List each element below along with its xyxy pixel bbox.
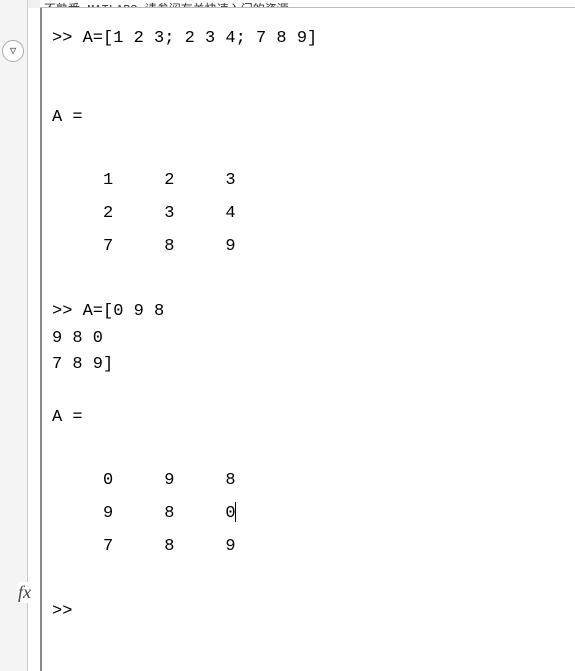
- blank-line: [52, 573, 575, 599]
- fx-icon[interactable]: fx: [18, 582, 31, 603]
- getting-started-banner[interactable]: 不熟悉 MATLAB? 请参阅有关快速入门的资源。: [40, 0, 575, 8]
- matrix-output-1: 1 2 3 2 3 4 7 8 9: [52, 164, 575, 263]
- table-row: 7 8 9: [52, 530, 575, 563]
- output-header-2: A =: [52, 405, 575, 431]
- function-gutter: [28, 8, 40, 671]
- matrix-output-2: 0 9 8 9 8 0 7 8 9: [52, 464, 575, 563]
- collapse-panel-button[interactable]: ▽: [2, 40, 24, 62]
- chevron-down-icon: ▽: [10, 44, 17, 58]
- output-header-1: A =: [52, 105, 575, 131]
- command-window-content: >> A=[1 2 3; 2 3 4; 7 8 9] A = 1 2 3 2 3…: [46, 8, 575, 626]
- blank-line: [52, 52, 575, 78]
- command-input-2-line2: 9 8 0: [52, 326, 575, 352]
- blank-line: [52, 79, 575, 105]
- text-cursor: [235, 502, 236, 522]
- workspace-side-panel: ▽: [0, 0, 28, 671]
- table-row: 7 8 9: [52, 230, 575, 263]
- blank-line: [52, 379, 575, 405]
- blank-line: [52, 273, 575, 299]
- blank-line: [52, 131, 575, 157]
- command-input-2-line1: >> A=[0 9 8: [52, 299, 575, 325]
- command-window[interactable]: >> A=[1 2 3; 2 3 4; 7 8 9] A = 1 2 3 2 3…: [40, 8, 575, 671]
- table-row: 9 8 0: [52, 497, 575, 530]
- command-prompt-ready[interactable]: >>: [52, 599, 575, 625]
- table-row: 2 3 4: [52, 197, 575, 230]
- command-input-1: >> A=[1 2 3; 2 3 4; 7 8 9]: [52, 26, 575, 52]
- table-row: 1 2 3: [52, 164, 575, 197]
- table-row: 0 9 8: [52, 464, 575, 497]
- blank-line: [52, 431, 575, 457]
- command-input-2-line3: 7 8 9]: [52, 352, 575, 378]
